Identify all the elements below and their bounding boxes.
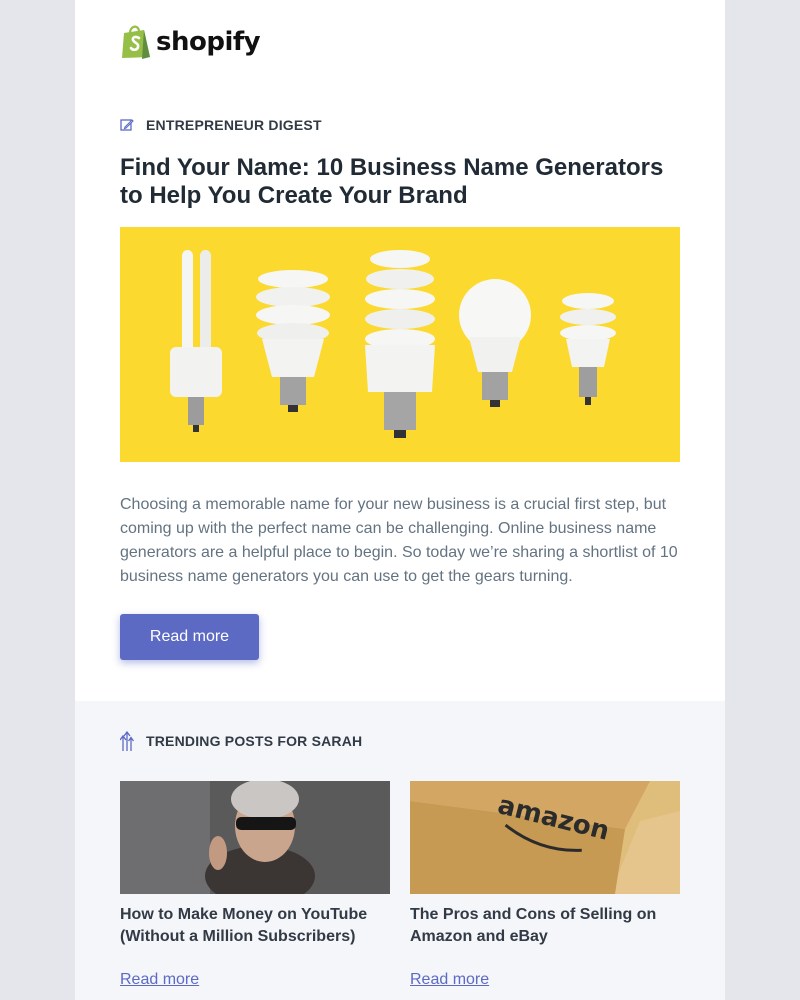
email-container: shopify ENTREPRENEUR DIGEST Find Your Na…: [75, 0, 725, 1000]
article-summary: Choosing a memorable name for your new b…: [120, 496, 678, 585]
youtube-post-image[interactable]: [120, 781, 390, 894]
trending-section: TRENDING POSTS FOR SARAH How to Make Mon…: [75, 701, 725, 1000]
trending-post-read-more-link[interactable]: Read more: [410, 971, 489, 989]
hero-image-light-bulbs[interactable]: [120, 227, 680, 462]
trending-post-card[interactable]: amazon The Pros and Cons of Selling on A…: [410, 781, 680, 988]
pencil-square-icon: [120, 119, 134, 131]
amazon-post-image[interactable]: amazon: [410, 781, 680, 894]
category-eyebrow: ENTREPRENEUR DIGEST: [120, 117, 322, 133]
shopify-logo[interactable]: shopify: [120, 24, 261, 60]
trending-post-read-more-link[interactable]: Read more: [120, 971, 199, 989]
trending-eyebrow: TRENDING POSTS FOR SARAH: [120, 731, 362, 751]
shopify-bag-icon: [122, 25, 150, 59]
category-label: ENTREPRENEUR DIGEST: [146, 117, 322, 133]
trending-arrows-icon: [120, 731, 134, 751]
read-more-button[interactable]: Read more: [120, 614, 259, 660]
trending-post-title[interactable]: How to Make Money on YouTube (Without a …: [120, 904, 390, 948]
trending-post-card[interactable]: How to Make Money on YouTube (Without a …: [120, 781, 390, 988]
logo-wordmark: shopify: [156, 27, 261, 57]
article-title[interactable]: Find Your Name: 10 Business Name Generat…: [120, 154, 680, 210]
trending-heading: TRENDING POSTS FOR SARAH: [146, 733, 363, 749]
trending-post-title[interactable]: The Pros and Cons of Selling on Amazon a…: [410, 904, 680, 948]
